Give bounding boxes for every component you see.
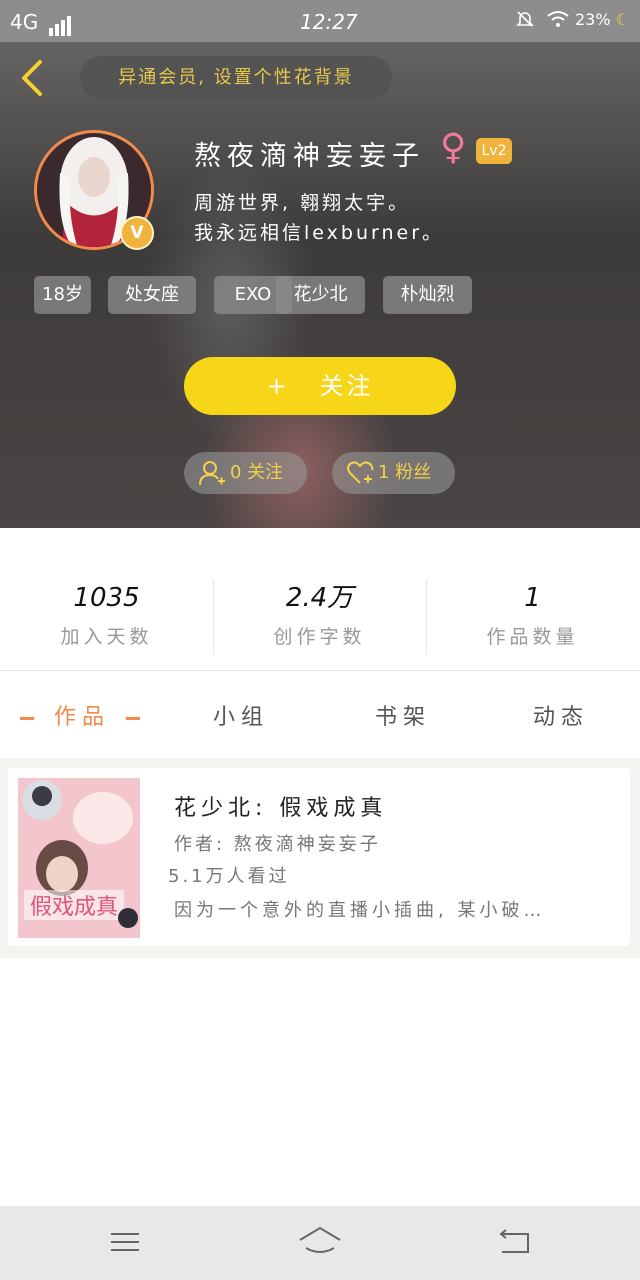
stats-row: 1035 加入天数 2.4万 创作字数 1 作品数量 <box>0 580 640 654</box>
network-type: 4G <box>10 10 39 34</box>
follow-label: 关注 <box>319 372 374 400</box>
wifi-icon <box>547 11 569 27</box>
active-tab-indicator <box>20 717 34 720</box>
work-card[interactable]: 假戏成真 花少北: 假戏成真 作者: 熬夜滴神妄妄子 5.1万人看过 因为一个意… <box>8 768 630 946</box>
tab-activity[interactable]: 动态 <box>533 696 589 740</box>
battery-level: 23% <box>575 10 611 29</box>
bio: 周游世界, 翱翔太宇。 我永远相信lexburner。 <box>194 188 444 248</box>
username: 熬夜滴神妄妄子 <box>194 141 425 172</box>
home-icon <box>299 1226 341 1253</box>
stat-value: 1035 <box>73 583 140 613</box>
cover-title: 假戏成真 <box>30 895 118 920</box>
avatar-container[interactable]: V <box>34 130 154 250</box>
following-button[interactable]: 0 关注 <box>184 452 307 494</box>
status-icons: 23% ☾ <box>500 9 630 29</box>
vip-badge: V <box>120 216 154 250</box>
system-nav-bar <box>0 1206 640 1280</box>
female-icon: ♀ <box>440 127 467 168</box>
home-button[interactable] <box>298 1222 342 1262</box>
return-icon <box>499 1229 529 1253</box>
divider <box>0 670 640 671</box>
tag-interest: 花少北 <box>276 276 365 314</box>
back-button[interactable] <box>14 58 54 98</box>
stat-word-count: 2.4万 创作字数 <box>213 580 426 649</box>
heart-plus-icon <box>347 461 374 484</box>
followers-count: 1 粉丝 <box>378 462 432 483</box>
bio-line: 我永远相信lexburner。 <box>194 222 445 244</box>
stat-join-days: 1035 加入天数 <box>0 580 213 649</box>
stat-works-count: 1 作品数量 <box>426 580 639 649</box>
stat-label: 作品数量 <box>486 626 579 648</box>
menu-icon <box>111 1233 139 1251</box>
work-cover[interactable]: 假戏成真 <box>18 778 140 938</box>
tab-bookshelf[interactable]: 书架 <box>375 696 431 740</box>
tab-works[interactable]: 作品 <box>54 696 110 740</box>
work-author: 作者: 熬夜滴神妄妄子 <box>174 834 381 855</box>
clock: 12:27 <box>300 10 358 34</box>
plus-icon: + <box>266 372 290 400</box>
following-count: 0 关注 <box>230 462 284 483</box>
status-bar: 4G 12:27 23% ☾ <box>0 0 640 42</box>
tab-bar: 作品 小组 书架 动态 <box>0 696 640 740</box>
moon-icon: ☾ <box>615 10 630 29</box>
divider <box>213 580 214 654</box>
menu-button[interactable] <box>103 1222 147 1262</box>
network-indicator: 4G <box>10 10 73 36</box>
stat-value: 2.4万 <box>285 583 354 613</box>
bio-line: 周游世界, 翱翔太宇。 <box>194 192 411 214</box>
tag-age: 18岁 <box>34 276 91 314</box>
tab-groups[interactable]: 小组 <box>213 696 269 740</box>
divider <box>426 580 427 654</box>
work-views: 5.1万人看过 <box>168 866 290 887</box>
back-nav-button[interactable] <box>494 1222 538 1262</box>
mute-icon <box>515 11 534 27</box>
chevron-left-icon <box>22 60 42 96</box>
stat-label: 创作字数 <box>273 626 366 648</box>
followers-button[interactable]: 1 粉丝 <box>332 452 455 494</box>
custom-background-button[interactable]: 异通会员, 设置个性花背景 <box>80 56 392 100</box>
level-badge: Lv2 <box>476 138 512 164</box>
user-plus-icon <box>199 461 225 486</box>
stat-value: 1 <box>524 583 541 613</box>
work-description: 因为一个意外的直播小插曲, 某小破… <box>174 900 546 921</box>
follow-button[interactable]: + 关注 <box>184 357 456 415</box>
signal-icon <box>48 12 73 36</box>
stat-label: 加入天数 <box>60 626 153 648</box>
tag-interest: 朴灿烈 <box>383 276 472 314</box>
cover-image: 假戏成真 <box>18 778 140 938</box>
tag-zodiac: 处女座 <box>108 276 196 314</box>
work-title[interactable]: 花少北: 假戏成真 <box>174 790 387 822</box>
active-tab-indicator <box>126 717 140 720</box>
